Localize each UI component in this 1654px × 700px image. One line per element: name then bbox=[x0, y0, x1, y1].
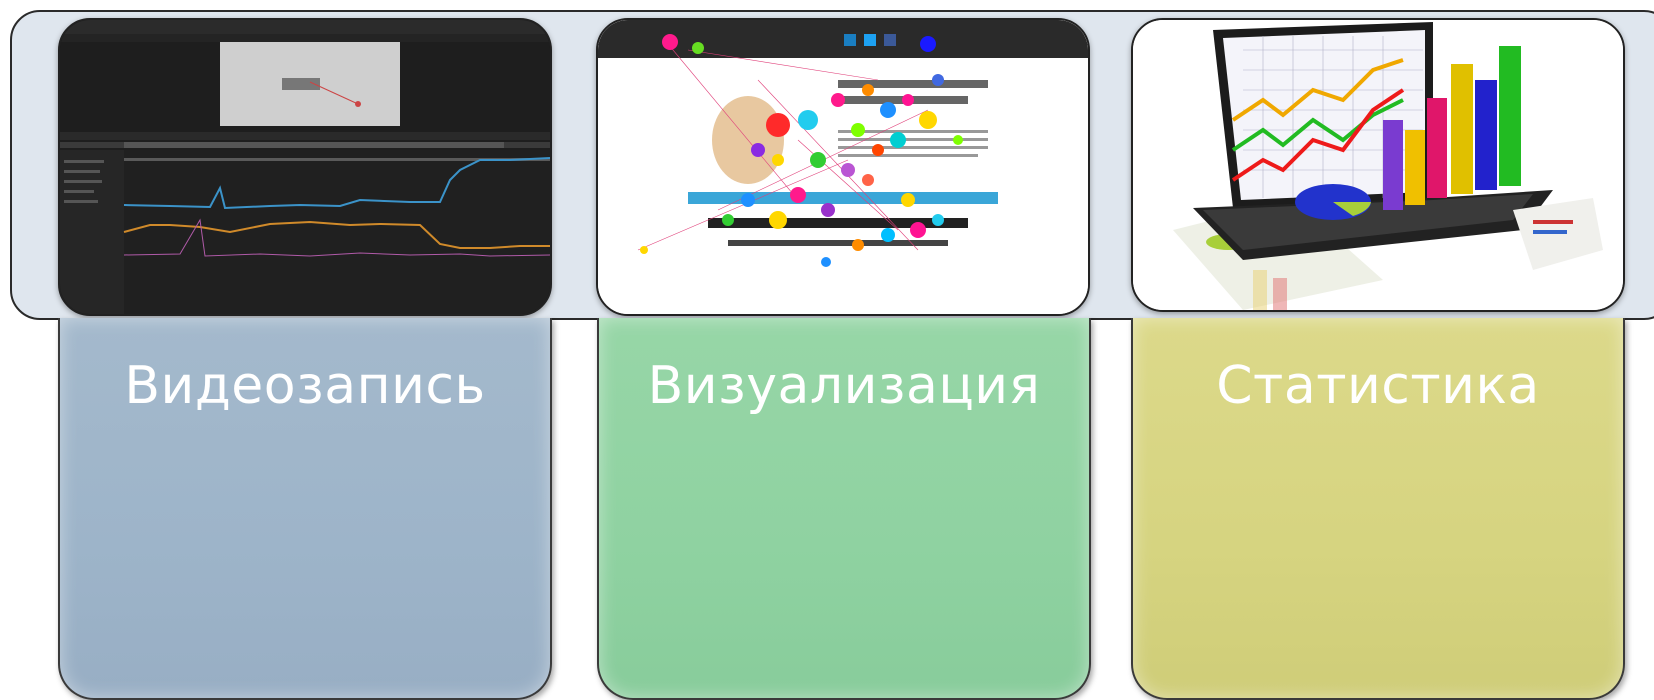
visualization-thumbnail bbox=[596, 18, 1090, 316]
card-video-recording: Видеозапись bbox=[58, 318, 552, 700]
statistics-thumbnail bbox=[1131, 18, 1625, 312]
card-visualization: Визуализация bbox=[597, 318, 1091, 700]
card-label-statistics: Статистика bbox=[1216, 356, 1540, 416]
card-label-visualization: Визуализация bbox=[647, 356, 1041, 416]
card-statistics: Статистика bbox=[1131, 318, 1625, 700]
video-recording-thumbnail bbox=[58, 18, 552, 316]
card-label-video-recording: Видеозапись bbox=[124, 356, 486, 416]
